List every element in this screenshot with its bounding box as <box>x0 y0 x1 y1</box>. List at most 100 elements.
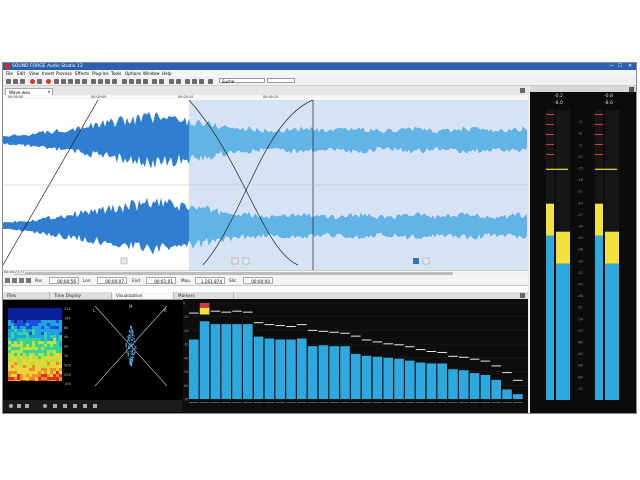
panel-tool-icon[interactable] <box>63 404 67 408</box>
tab-files[interactable]: Files <box>3 292 50 299</box>
tab-wave-wav[interactable]: Wave.wav <box>5 88 53 95</box>
rewind-icon[interactable] <box>98 78 103 84</box>
status-tool-icon[interactable] <box>12 278 17 283</box>
spectrogram-cell <box>53 332 56 335</box>
panel-tool-icon[interactable] <box>9 404 13 408</box>
record-icon[interactable] <box>30 78 35 84</box>
len-field[interactable]: 00:00:07 <box>97 277 127 284</box>
panel-tool-icon[interactable] <box>53 404 57 408</box>
pos-field[interactable]: 00:00:56 <box>49 277 79 284</box>
play-all-icon[interactable] <box>61 78 66 84</box>
edit-tool-icon[interactable] <box>185 78 190 84</box>
new-file-icon[interactable] <box>6 78 11 84</box>
menu-tools[interactable]: Tools <box>111 70 121 77</box>
menu-options[interactable]: Options <box>125 70 141 77</box>
spectrogram-cell <box>11 365 14 368</box>
spectrogram-cell <box>20 359 23 362</box>
menu-effects[interactable]: Effects <box>75 70 89 77</box>
panel-tool-icon[interactable] <box>73 404 77 408</box>
spectrum-bar-base <box>307 402 318 403</box>
tab-close-icon[interactable]: x <box>48 88 50 95</box>
panel-tool-icon[interactable] <box>17 404 21 408</box>
menu-window[interactable]: Window <box>143 70 160 77</box>
marker-icon[interactable] <box>169 78 174 84</box>
event-marker-icon[interactable] <box>422 257 430 265</box>
panel-tool-icon[interactable] <box>83 404 87 408</box>
panel-tool-icon[interactable] <box>25 404 29 408</box>
gonio-dot <box>125 343 127 345</box>
spectrogram-cell <box>8 326 11 329</box>
spectrogram-cell <box>23 308 26 311</box>
window-menu-icon[interactable] <box>520 88 525 93</box>
copy-icon[interactable] <box>129 78 134 84</box>
menu-file[interactable]: File <box>6 70 13 77</box>
magnify-tool-icon[interactable] <box>192 78 197 84</box>
spectrogram-cell <box>47 365 50 368</box>
panel-menu-icon[interactable] <box>520 293 525 298</box>
status-tool-icon[interactable] <box>26 278 31 283</box>
meter-menu-icon[interactable] <box>629 86 634 92</box>
spectrogram-cell <box>11 347 14 350</box>
play-selection-icon[interactable] <box>68 78 73 84</box>
pause-icon[interactable] <box>75 78 80 84</box>
spectrogram-cell <box>29 368 32 371</box>
spectrogram-cell <box>14 380 17 381</box>
go-end-icon[interactable] <box>112 78 117 84</box>
undo-icon[interactable] <box>152 78 157 84</box>
cut-icon[interactable] <box>122 78 127 84</box>
waveform-view[interactable] <box>3 100 528 270</box>
pencil-tool-icon[interactable] <box>199 78 204 84</box>
tab-time-display[interactable]: Time Display <box>50 292 112 299</box>
region-icon[interactable] <box>176 78 181 84</box>
tab-visualization[interactable]: Visualization <box>112 292 174 299</box>
spectrogram-cell <box>35 335 38 338</box>
minimize-button[interactable]: — <box>609 63 614 70</box>
maximize-button[interactable]: ☐ <box>618 63 622 70</box>
go-start-icon[interactable] <box>91 78 96 84</box>
mix-icon[interactable] <box>143 78 148 84</box>
end-field[interactable]: 00:01:01 <box>146 277 176 284</box>
tab-markers[interactable]: Markers <box>174 292 234 299</box>
open-file-icon[interactable] <box>13 78 18 84</box>
gonio-dot <box>128 343 130 345</box>
menu-view[interactable]: View <box>29 70 39 77</box>
loop-icon[interactable] <box>54 78 59 84</box>
save-file-icon[interactable] <box>20 78 25 84</box>
snap-icon[interactable] <box>208 78 213 84</box>
spectrogram-cell <box>35 356 38 359</box>
gonio-dot <box>129 329 131 331</box>
paste-icon[interactable] <box>136 78 141 84</box>
menu-process[interactable]: Process <box>56 70 72 77</box>
meter-peak-hold <box>595 168 617 170</box>
menu-edit[interactable]: Edit <box>17 70 25 77</box>
mou-field[interactable]: 1.161.874 <box>195 277 225 284</box>
crossfade-handle-icon[interactable] <box>231 257 239 265</box>
spectrogram-cell <box>20 314 23 317</box>
menu-help[interactable]: Help <box>162 70 172 77</box>
close-window-button[interactable]: ✕ <box>628 63 632 70</box>
spectrogram-cell <box>50 362 53 365</box>
level-meter-view: -3 -6 -9 -12 -15 -18 -21 -24 -27 -30 -33 -36 -39 -42 -… <box>546 110 619 400</box>
panel-tool-icon[interactable] <box>43 404 47 408</box>
scrollbar-thumb[interactable] <box>13 272 453 275</box>
play-icon[interactable] <box>37 78 42 84</box>
redo-icon[interactable] <box>159 78 164 84</box>
record-arm-icon[interactable] <box>46 78 51 84</box>
crossfade-handle-icon[interactable] <box>242 257 250 265</box>
spectrogram-cell <box>23 344 26 347</box>
slic-field[interactable]: 00:00:00 <box>243 277 273 284</box>
bar-scale-label: -10 <box>183 315 189 319</box>
forward-icon[interactable] <box>105 78 110 84</box>
status-tool-icon[interactable] <box>5 278 10 283</box>
fade-handle-icon[interactable] <box>120 257 128 265</box>
menu-plugins[interactable]: Plug-Ins <box>92 70 109 77</box>
stop-icon[interactable] <box>82 78 87 84</box>
menu-insert[interactable]: Insert <box>42 70 54 77</box>
status-tool-icon[interactable] <box>19 278 24 283</box>
event-marker-icon[interactable] <box>413 258 419 264</box>
panel-tool-icon[interactable] <box>93 404 97 408</box>
spectrogram-cell <box>26 341 29 344</box>
search-input[interactable]: Suche <box>219 78 265 84</box>
zoom-select[interactable] <box>267 78 295 83</box>
meter-scale-label: -45 <box>577 283 583 287</box>
